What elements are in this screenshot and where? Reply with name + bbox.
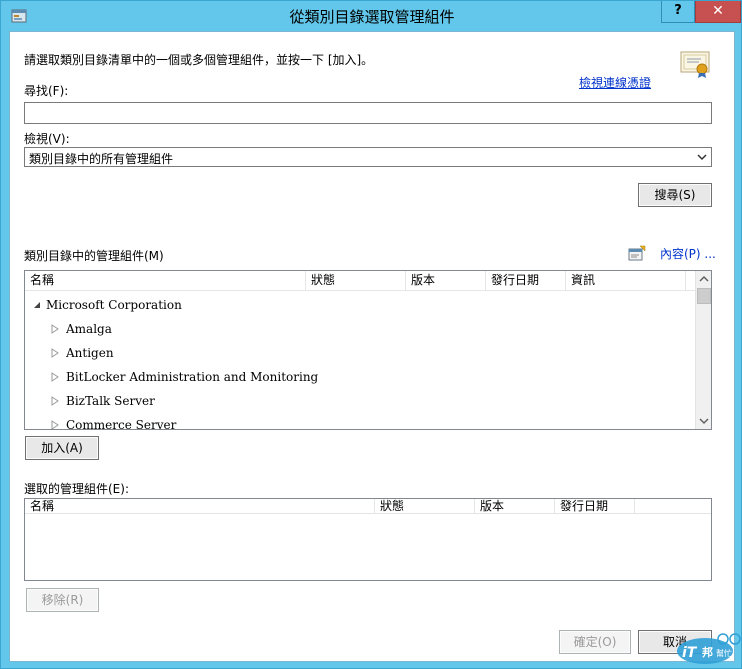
properties-icon[interactable] <box>628 245 646 261</box>
scroll-up-icon[interactable] <box>696 271 712 288</box>
tree-item-biztalk-server[interactable]: BizTalk Server <box>25 389 695 413</box>
column-header-status[interactable]: 狀態 <box>375 499 475 514</box>
view-label: 檢視(V): <box>24 132 70 146</box>
triangle-right-icon[interactable] <box>50 348 60 358</box>
properties-link[interactable]: 內容(P) ... <box>660 245 716 262</box>
column-header-name[interactable]: 名稱 <box>25 499 375 514</box>
ok-button[interactable]: 確定(O) <box>559 630 631 654</box>
tree-item-bitlocker[interactable]: BitLocker Administration and Monitoring <box>25 365 695 389</box>
catalog-list-header: 名稱 狀態 版本 發行日期 資訊 <box>25 271 695 291</box>
ithome-logo: iT 邦 幫忙 <box>677 633 741 664</box>
column-header-version[interactable]: 版本 <box>475 499 555 514</box>
column-header-release-date[interactable]: 發行日期 <box>486 271 566 291</box>
view-select[interactable]: 類別目錄中的所有管理組件 <box>24 147 712 167</box>
column-header-version[interactable]: 版本 <box>406 271 486 291</box>
column-header-name[interactable]: 名稱 <box>25 271 306 291</box>
find-input[interactable] <box>24 102 712 124</box>
svg-text:幫忙: 幫忙 <box>716 648 732 658</box>
scroll-down-icon[interactable] <box>696 412 712 429</box>
chevron-down-icon <box>697 154 707 161</box>
close-button[interactable]: ✕ <box>695 1 741 23</box>
column-header-status[interactable]: 狀態 <box>306 271 406 291</box>
tree-item-label: BitLocker Administration and Monitoring <box>66 370 319 384</box>
selected-listview[interactable]: 名稱 狀態 版本 發行日期 <box>24 498 712 581</box>
tree-item-label: Antigen <box>66 346 114 360</box>
tree-item-label: Amalga <box>66 322 112 336</box>
triangle-right-icon[interactable] <box>50 324 60 334</box>
search-button[interactable]: 搜尋(S) <box>638 183 712 207</box>
certificate-icon <box>680 51 710 78</box>
triangle-right-icon[interactable] <box>50 372 60 382</box>
svg-text:邦: 邦 <box>702 645 713 659</box>
column-header-info[interactable]: 資訊 <box>566 271 686 291</box>
view-certificate-link[interactable]: 檢視連線憑證 <box>579 74 651 91</box>
view-select-value: 類別目錄中的所有管理組件 <box>29 152 174 166</box>
tree-item-microsoft-corporation[interactable]: Microsoft Corporation <box>25 293 695 317</box>
catalog-listview[interactable]: 名稱 狀態 版本 發行日期 資訊 Microsoft Corporation A… <box>24 270 712 430</box>
tree-item-amalga[interactable]: Amalga <box>25 317 695 341</box>
tree-item-commerce-server[interactable]: Commerce Server <box>25 413 695 430</box>
instructions-text: 請選取類別目錄清單中的一個或多個管理組件，並按一下 [加入]。 <box>24 53 374 67</box>
column-header-release-date[interactable]: 發行日期 <box>555 499 635 514</box>
triangle-right-icon[interactable] <box>50 420 60 430</box>
help-button[interactable]: ? <box>661 1 695 23</box>
selected-label: 選取的管理組件(E): <box>24 482 129 496</box>
dialog-client-area: 請選取類別目錄清單中的一個或多個管理組件，並按一下 [加入]。 檢視連線憑證 尋… <box>9 31 735 662</box>
remove-button[interactable]: 移除(R) <box>26 588 99 612</box>
triangle-down-icon[interactable] <box>32 300 42 310</box>
svg-text:iT: iT <box>682 645 698 661</box>
tree-item-label: Commerce Server <box>66 418 177 430</box>
catalog-scrollbar[interactable] <box>695 271 712 429</box>
triangle-right-icon[interactable] <box>50 396 60 406</box>
title-bar[interactable]: 從類別目錄選取管理組件 ? ✕ <box>1 1 742 31</box>
tree-item-label: BizTalk Server <box>66 394 155 408</box>
catalog-label: 類別目錄中的管理組件(M) <box>24 249 164 263</box>
find-label: 尋找(F): <box>24 84 69 98</box>
selected-list-header: 名稱 狀態 版本 發行日期 <box>25 499 711 514</box>
window-title: 從類別目錄選取管理組件 <box>289 8 455 26</box>
dialog-window: 從類別目錄選取管理組件 ? ✕ 請選取類別目錄清單中的一個或多個管理組件，並按一… <box>0 0 742 669</box>
tree-item-antigen[interactable]: Antigen <box>25 341 695 365</box>
add-button[interactable]: 加入(A) <box>25 436 99 460</box>
tree-item-label: Microsoft Corporation <box>46 298 182 312</box>
scroll-thumb[interactable] <box>697 288 711 304</box>
